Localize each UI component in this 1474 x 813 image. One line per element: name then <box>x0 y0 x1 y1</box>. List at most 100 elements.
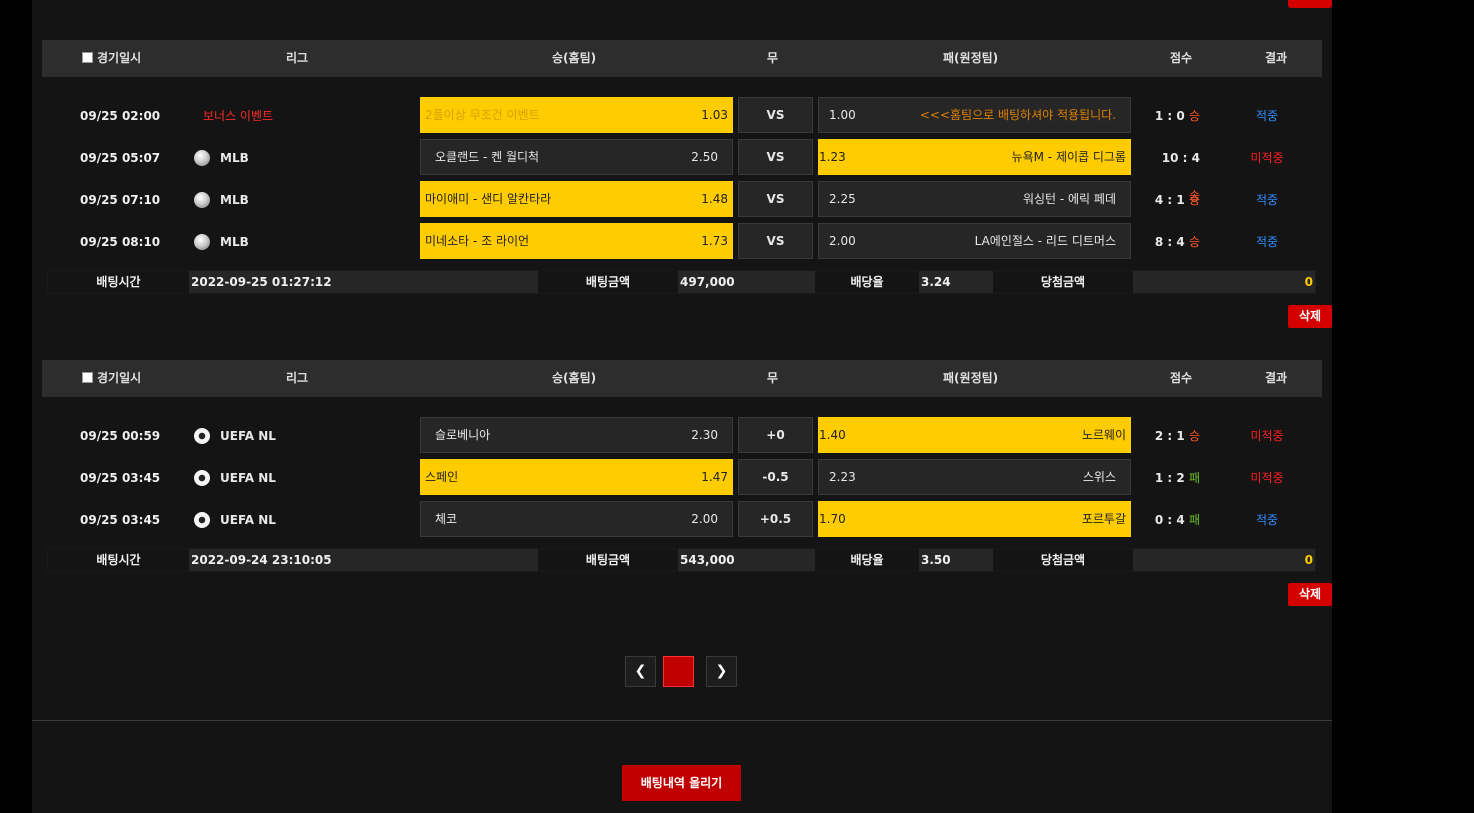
away-odds: 2.25 <box>829 192 856 206</box>
table-row: 09/25 05:07 MLB 오클랜드 - 켄 월디척 2.50 VS 1.2… <box>42 139 1322 203</box>
table-row: 09/25 03:45 UEFA NL 체코 2.00 +0.5 1.70 포르… <box>42 501 1322 539</box>
home-odds: 1.73 <box>701 234 728 248</box>
home-odds: 2.30 <box>691 428 718 442</box>
away-odds-button[interactable]: 2.25 워싱턴 - 에릭 페데 <box>818 181 1131 217</box>
bet-time: 2022-09-25 01:27:12 <box>191 275 332 289</box>
home-odds-button[interactable]: 2폴이상 무조건 이벤트 1.03 <box>420 97 733 133</box>
away-team: 포르투갈 <box>1081 512 1126 526</box>
match-datetime: 09/25 05:07 <box>80 151 161 165</box>
home-team: 슬로베니아 <box>435 428 491 442</box>
bet-rate: 3.24 <box>921 275 951 289</box>
bet-result: 미적중 <box>1250 151 1284 165</box>
away-odds-button[interactable]: 2.00 LA에인절스 - 리드 디트머스 <box>818 223 1131 259</box>
bet-rate: 3.50 <box>921 553 951 567</box>
away-odds: 2.00 <box>829 234 856 248</box>
away-odds-button[interactable]: 2.23 스위스 <box>818 459 1131 495</box>
win-amount-label: 당첨금액 <box>993 271 1133 293</box>
home-team: 2폴이상 무조건 이벤트 <box>425 108 540 122</box>
home-odds-button[interactable]: 슬로베니아 2.30 <box>420 417 733 453</box>
away-team: 스위스 <box>1082 470 1116 484</box>
bet-amount: 497,000 <box>680 275 735 289</box>
away-odds: 1.23 <box>819 150 846 164</box>
home-odds-button[interactable]: 마이애미 - 샌디 알칸타라 1.48 <box>420 181 733 217</box>
league-cell: MLB <box>194 223 249 261</box>
away-odds: 2.23 <box>829 470 856 484</box>
home-odds-button[interactable]: 오클랜드 - 켄 월디척 2.50 <box>420 139 733 175</box>
header-datetime: 경기일시 <box>82 40 141 77</box>
home-team: 스페인 <box>425 470 459 484</box>
handicap-button[interactable]: +0 <box>738 417 813 453</box>
table-header: 경기일시 리그 승(홈팀) 무 패(원정팀) 점수 결과 <box>42 360 1322 397</box>
away-team: LA에인절스 - 리드 디트머스 <box>974 234 1116 248</box>
upload-bet-history-button[interactable]: 배팅내역 올리기 <box>622 765 741 801</box>
away-odds: 1.00 <box>829 108 856 122</box>
next-page-button[interactable]: ❯ <box>706 656 737 687</box>
home-odds-button[interactable]: 체코 2.00 <box>420 501 733 537</box>
delete-button[interactable]: 삭제 <box>1288 305 1332 328</box>
bet-amount-label: 배팅금액 <box>538 549 678 571</box>
match-datetime: 09/25 00:59 <box>80 429 161 443</box>
match-score: 1 : 2 패 <box>1154 471 1200 485</box>
draw-odds-button[interactable]: VS <box>738 97 813 133</box>
match-score: 0 : 4 패 <box>1154 513 1200 527</box>
away-odds: 1.70 <box>819 512 846 526</box>
home-odds-button[interactable]: 미네소타 - 조 라이언 1.73 <box>420 223 733 259</box>
divider <box>32 720 1332 721</box>
away-team: 뉴욕M - 제이콥 디그롬 <box>1011 150 1126 164</box>
match-score: 8 : 4 승 <box>1154 235 1200 249</box>
baseball-icon <box>194 192 210 208</box>
match-score: 2 : 1 승 <box>1154 429 1200 443</box>
match-datetime: 09/25 03:45 <box>80 513 161 527</box>
table-row: 09/25 02:00 보너스 이벤트 2폴이상 무조건 이벤트 1.03 VS… <box>42 97 1322 135</box>
home-team: 마이애미 - 샌디 알칸타라 <box>425 192 552 206</box>
top-button-edge[interactable] <box>1288 0 1332 8</box>
table-row: 09/25 08:10 MLB 미네소타 - 조 라이언 1.73 VS 2.0… <box>42 223 1322 261</box>
away-odds-button[interactable]: 1.70 포르투갈 <box>818 501 1131 537</box>
away-team: 노르웨이 <box>1081 428 1126 442</box>
home-team: 오클랜드 - 켄 월디척 <box>435 150 540 164</box>
bet-rate-label: 배당율 <box>815 549 919 571</box>
win-amount-label: 당첨금액 <box>993 549 1133 571</box>
win-amount: 0 <box>1304 553 1313 567</box>
match-datetime: 09/25 02:00 <box>80 109 161 123</box>
bet-result: 미적중 <box>1250 429 1284 443</box>
table-row: 09/25 03:45 UEFA NL 스페인 1.47 -0.5 2.23 스… <box>42 459 1322 497</box>
draw-odds-button[interactable]: VS <box>738 139 813 175</box>
header-result: 결과 <box>1265 51 1288 65</box>
delete-button[interactable]: 삭제 <box>1288 583 1332 606</box>
table-row: 09/25 00:59 UEFA NL 슬로베니아 2.30 +0 1.40 노… <box>42 417 1322 455</box>
header-league: 리그 <box>286 371 309 385</box>
chevron-right-icon: ❯ <box>715 663 728 679</box>
away-odds-button[interactable]: 1.40 노르웨이 <box>818 417 1131 453</box>
league-cell: UEFA NL <box>194 459 276 497</box>
bet-time-label: 배팅시간 <box>48 549 189 571</box>
header-league: 리그 <box>286 51 309 65</box>
away-team: <<<홈팀으로 배팅하셔야 적용됩니다. <box>919 108 1116 122</box>
match-datetime: 09/25 08:10 <box>80 235 161 249</box>
handicap-button[interactable]: +0.5 <box>738 501 813 537</box>
prev-page-button[interactable]: ❮ <box>625 656 656 687</box>
home-team: 미네소타 - 조 라이언 <box>425 234 530 248</box>
slip-summary: 배팅시간 2022-09-24 23:10:05 배팅금액 543,000 배당… <box>47 548 1316 572</box>
away-odds-button[interactable]: 1.00 <<<홈팀으로 배팅하셔야 적용됩니다. <box>818 97 1131 133</box>
page-number-button[interactable]: 1 <box>663 656 694 687</box>
away-odds: 1.40 <box>819 428 846 442</box>
draw-odds-button[interactable]: VS <box>738 223 813 259</box>
away-odds-button[interactable]: 1.23 뉴욕M - 제이콥 디그롬 <box>818 139 1131 175</box>
match-datetime: 09/25 07:10 <box>80 193 161 207</box>
baseball-icon <box>194 150 210 166</box>
home-odds-button[interactable]: 스페인 1.47 <box>420 459 733 495</box>
league-name: 보너스 이벤트 <box>203 109 274 123</box>
league-cell: UEFA NL <box>194 501 276 539</box>
handicap-button[interactable]: -0.5 <box>738 459 813 495</box>
home-odds: 2.00 <box>691 512 718 526</box>
select-all-checkbox[interactable] <box>82 52 93 63</box>
table-header: 경기일시 리그 승(홈팀) 무 패(원정팀) 점수 결과 <box>42 40 1322 77</box>
select-all-checkbox[interactable] <box>82 372 93 383</box>
draw-odds-button[interactable]: VS <box>738 181 813 217</box>
home-odds: 2.50 <box>691 150 718 164</box>
bet-result: 적중 <box>1255 109 1279 123</box>
header-draw: 무 <box>767 51 779 65</box>
header-away: 패(원정팀) <box>943 371 999 385</box>
match-score: 1 : 0 승 <box>1154 109 1200 123</box>
